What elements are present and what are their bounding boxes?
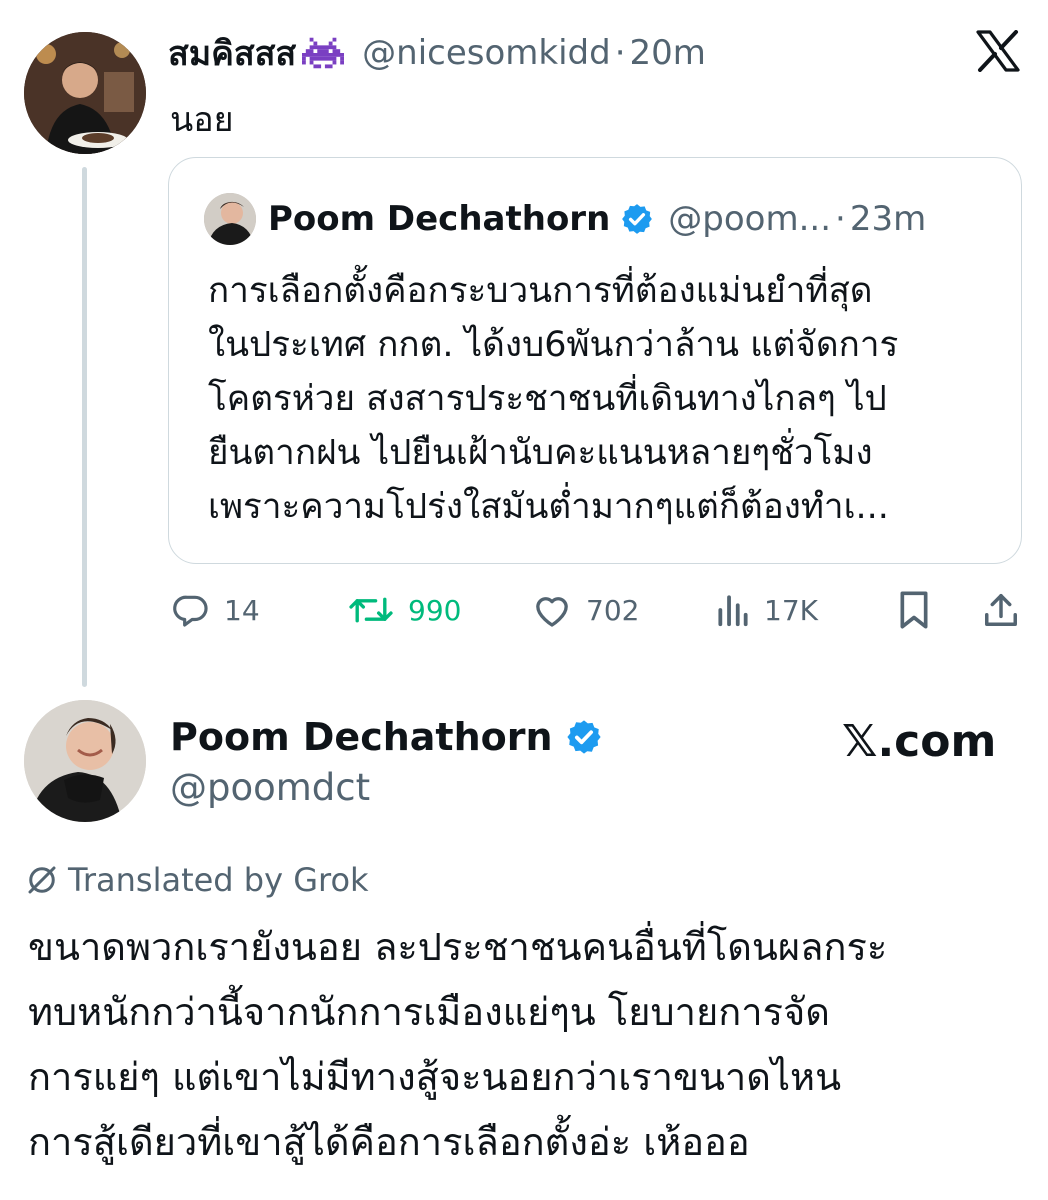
like-button[interactable]: 702 (532, 585, 639, 635)
quoted-tweet-header: Poom Dechathorn @poom... · 23m (268, 196, 926, 242)
avatar-photo (24, 32, 146, 154)
verified-badge-icon (565, 718, 603, 756)
like-count: 702 (586, 593, 640, 627)
bookmark-button[interactable] (896, 585, 932, 635)
quoted-text-line: การเลือกตั้งคือกระบวนการที่ต้องแม่นยำที่… (208, 271, 873, 311)
translated-label: Translated by Grok (68, 861, 369, 899)
thread-line (82, 167, 87, 687)
views-count: 17K (764, 593, 818, 627)
views-button[interactable]: 17K (716, 585, 818, 635)
like-icon (536, 597, 568, 627)
reply-tweet-text: นอย (170, 100, 234, 140)
views-icon (718, 595, 748, 627)
main-avatar-photo (24, 700, 146, 822)
avatar[interactable] (24, 32, 146, 154)
quoted-timestamp[interactable]: 23m (850, 199, 926, 239)
quoted-text-line: ยืนตากฝน ไปยืนเฝ้านับคะแนนหลายๆชั่วโมง (208, 433, 873, 473)
reply-tweet-header: สมคิสสส @nicesomkidd · 20m (168, 30, 706, 76)
main-handle[interactable]: @poomdct (170, 766, 370, 809)
repost-button[interactable]: 990 (348, 585, 461, 635)
separator-dot: · (835, 199, 846, 239)
handle[interactable]: @nicesomkidd (362, 33, 611, 73)
quoted-avatar[interactable] (204, 193, 256, 245)
quoted-avatar-photo (204, 193, 256, 245)
reply-count: 14 (224, 593, 260, 627)
repost-count: 990 (408, 593, 462, 627)
space-invader-emoji-icon (302, 36, 345, 70)
main-display-name[interactable]: Poom Dechathorn (170, 715, 553, 759)
translated-by-grok[interactable]: Translated by Grok (24, 860, 369, 900)
grok-translate-icon (28, 866, 56, 894)
main-avatar[interactable] (24, 700, 146, 822)
main-text-line: ทบหนักกว่านี้จากนักการเมืองแย่ๆน โยบายกา… (28, 990, 830, 1034)
main-text-line: การสู้เดียวที่เขาสู้ได้คือการเลือกตั้งอ่… (28, 1120, 750, 1164)
timestamp[interactable]: 20m (630, 33, 706, 73)
quoted-text-line: โคตรห่วย สงสารประชาชนที่เดินทางไกลๆ ไป (208, 379, 887, 419)
share-icon (985, 594, 1017, 626)
display-name[interactable]: สมคิสสส (168, 26, 296, 80)
quoted-text-line: ในประเทศ กกต. ได้งบ6พันกว่าล้าน แต่จัดกา… (208, 325, 899, 365)
main-text-line: การแย่ๆ แต่เขาไม่มีทางสู้จะนอยกว่าเราขนา… (28, 1055, 842, 1099)
reply-button[interactable]: 14 (172, 585, 260, 635)
repost-icon (349, 597, 393, 623)
quoted-text-line: เพราะความโปร่งใสมันต่ำมากๆแต่ก็ต้องทำเ..… (208, 487, 889, 527)
x-logo-icon[interactable] (976, 30, 1020, 72)
separator-dot: · (614, 33, 626, 73)
verified-badge-icon (620, 202, 654, 236)
quoted-handle[interactable]: @poom... (668, 199, 831, 239)
quoted-display-name[interactable]: Poom Dechathorn (268, 199, 610, 239)
share-button[interactable] (982, 585, 1020, 635)
main-tweet-header: Poom Dechathorn (170, 712, 603, 762)
reply-icon (173, 595, 208, 627)
x-com-logo[interactable]: 𝕏.com (842, 716, 996, 767)
main-text-line: ขนาดพวกเรายังนอย ละประชาชนคนอื่นที่โดนผล… (28, 925, 888, 969)
bookmark-icon (900, 591, 928, 629)
